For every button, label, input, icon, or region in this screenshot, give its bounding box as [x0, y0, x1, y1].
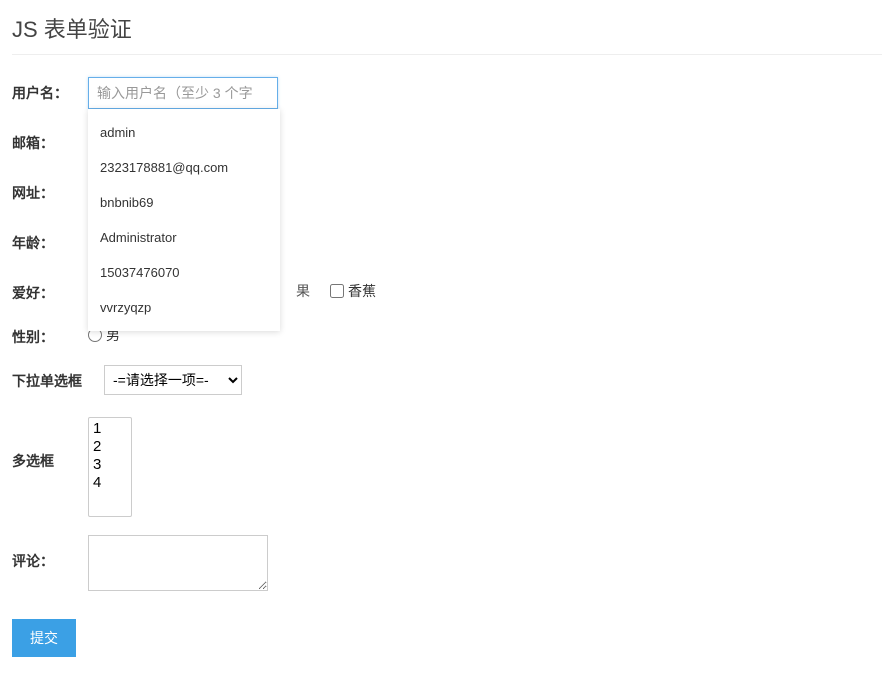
autocomplete-item[interactable]: Administrator — [88, 220, 280, 255]
row-multi-select: 多选框 1 2 3 4 — [12, 413, 882, 517]
autocomplete-item[interactable]: 15037476070 — [88, 255, 280, 290]
multi-option[interactable]: 4 — [89, 474, 131, 492]
row-single-select: 下拉单选框 -=请选择一项=- — [12, 365, 882, 395]
multi-option[interactable]: 3 — [89, 456, 131, 474]
multi-option[interactable]: 2 — [89, 438, 131, 456]
row-username: 用户名： admin 2323178881@qq.com bnbnib69 Ad… — [12, 77, 882, 109]
hobby-checkbox-3[interactable] — [330, 284, 344, 298]
username-wrapper: admin 2323178881@qq.com bnbnib69 Adminis… — [88, 77, 278, 109]
page-title: JS 表单验证 — [12, 12, 882, 55]
validation-form: 用户名： admin 2323178881@qq.com bnbnib69 Ad… — [12, 77, 882, 657]
label-age: 年龄： — [12, 227, 88, 253]
hobby-item-3: 香蕉 — [330, 281, 376, 301]
row-comment: 评论： — [12, 535, 882, 591]
label-hobby: 爱好： — [12, 277, 88, 303]
label-url: 网址： — [12, 177, 88, 203]
label-email: 邮箱： — [12, 127, 88, 153]
multi-select[interactable]: 1 2 3 4 — [88, 417, 132, 517]
multi-option[interactable]: 1 — [89, 420, 131, 438]
label-username: 用户名： — [12, 77, 88, 103]
label-comment: 评论： — [12, 535, 88, 571]
autocomplete-item[interactable]: bnbnib69 — [88, 185, 280, 220]
single-select[interactable]: -=请选择一项=- — [104, 365, 242, 395]
label-multi-select: 多选框 — [12, 413, 88, 471]
autocomplete-item[interactable]: admin — [88, 115, 280, 150]
hobby-label-2-suffix: 果 — [296, 281, 310, 301]
autocomplete-dropdown: admin 2323178881@qq.com bnbnib69 Adminis… — [88, 109, 280, 331]
label-single-select: 下拉单选框 — [12, 365, 104, 391]
autocomplete-item[interactable]: vvrzyqzp — [88, 290, 280, 325]
label-gender: 性别： — [12, 321, 88, 347]
autocomplete-item[interactable]: 2323178881@qq.com — [88, 150, 280, 185]
username-input[interactable] — [88, 77, 278, 109]
submit-button[interactable]: 提交 — [12, 619, 76, 657]
hobby-label-3: 香蕉 — [348, 281, 376, 301]
comment-textarea[interactable] — [88, 535, 268, 591]
